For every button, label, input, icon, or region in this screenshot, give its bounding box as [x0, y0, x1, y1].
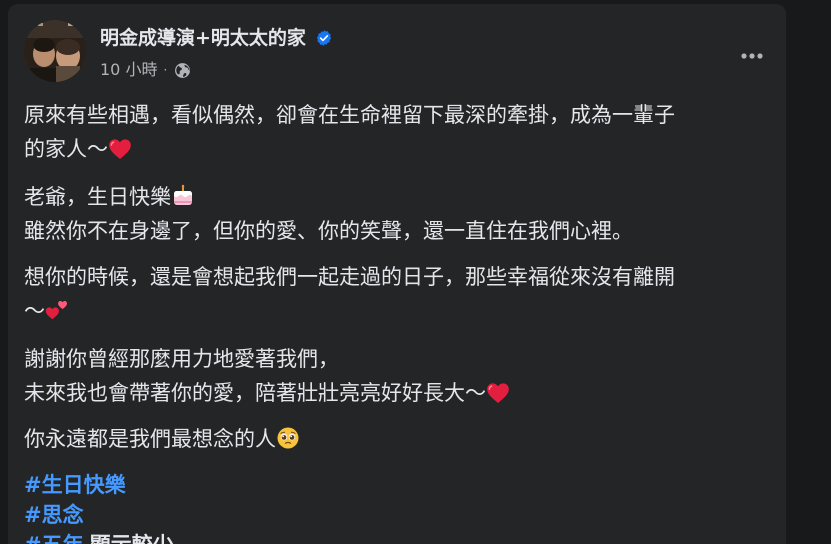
paragraph-3-line-1: 想你的時候，還是會想起我們一起走過的日子，那些幸福從來沒有離開	[24, 265, 675, 289]
red-heart-icon	[486, 381, 510, 405]
hashtag-five-years[interactable]: #五年	[24, 533, 84, 544]
see-less-button[interactable]: 顯示較少	[90, 533, 174, 544]
two-hearts-icon	[45, 298, 69, 322]
paragraph-5: 你永遠都是我們最想念的人	[24, 422, 772, 456]
author-name[interactable]: 明金成導演+明太太的家	[100, 26, 306, 50]
author-avatar[interactable]	[24, 20, 86, 82]
more-horizontal-icon	[741, 53, 763, 59]
paragraph-1-line-1: 原來有些相遇，看似偶然，卻會在生命裡留下最深的牽掛，成為一輩子	[24, 103, 675, 127]
more-options-button[interactable]	[734, 38, 770, 74]
paragraph-2-line-1-text: 老爺，生日快樂	[24, 185, 171, 209]
paragraph-4-line-1: 謝謝你曾經那麼用力地愛著我們，	[24, 347, 339, 371]
paragraph-4-line-2: 未來我也會帶著你的愛，陪著壯壯亮亮好好長大～	[24, 376, 772, 410]
paragraph-3: 想你的時候，還是會想起我們一起走過的日子，那些幸福從來沒有離開 ～	[24, 260, 772, 328]
verified-badge-icon	[314, 28, 334, 48]
paragraph-5-line-1: 你永遠都是我們最想念的人	[24, 422, 772, 456]
paragraph-3-line-2-text: ～	[24, 299, 45, 323]
post-timestamp[interactable]: 10 小時	[100, 60, 157, 80]
paragraph-1-line-2-text: 的家人～	[24, 137, 108, 161]
paragraph-1: 原來有些相遇，看似偶然，卻會在生命裡留下最深的牽掛，成為一輩子 的家人～	[24, 98, 772, 166]
avatar-photo-icon	[24, 20, 86, 82]
paragraph-5-line-1-text: 你永遠都是我們最想念的人	[24, 427, 276, 451]
pleading-face-icon	[276, 426, 300, 450]
birthday-cake-icon	[171, 184, 195, 208]
post-meta: 10 小時 ·	[100, 60, 191, 80]
page: 明金成導演+明太太的家 10 小時 · 原來有些相遇，看似偶然，卻會在生命裡留下…	[0, 0, 831, 544]
meta-separator: ·	[163, 63, 168, 77]
paragraph-2-line-1: 老爺，生日快樂	[24, 180, 772, 214]
hashtag-list: #生日快樂 #思念 #五年顯示較少	[24, 470, 772, 544]
post-header: 明金成導演+明太太的家 10 小時 ·	[24, 20, 770, 90]
paragraph-3-line-2: ～	[24, 294, 772, 328]
author-row: 明金成導演+明太太的家	[100, 26, 334, 50]
post-card: 明金成導演+明太太的家 10 小時 · 原來有些相遇，看似偶然，卻會在生命裡留下…	[8, 4, 786, 544]
paragraph-4: 謝謝你曾經那麼用力地愛著我們， 未來我也會帶著你的愛，陪著壯壯亮亮好好長大～	[24, 342, 772, 410]
hashtag-line-3: #五年顯示較少	[24, 530, 772, 544]
paragraph-2-line-2: 雖然你不在身邊了，但你的愛、你的笑聲，還一直住在我們心裡。	[24, 219, 633, 243]
paragraph-1-line-2: 的家人～	[24, 132, 772, 166]
post-body: 原來有些相遇，看似偶然，卻會在生命裡留下最深的牽掛，成為一輩子 的家人～ 老爺，…	[24, 98, 772, 544]
globe-icon[interactable]	[173, 61, 191, 79]
red-heart-icon	[108, 137, 132, 161]
paragraph-4-line-2-text: 未來我也會帶著你的愛，陪著壯壯亮亮好好長大～	[24, 381, 486, 405]
paragraph-2: 老爺，生日快樂 雖然你不在身邊了，但你的愛、你的笑聲，還一直住在我們心裡。	[24, 180, 772, 248]
hashtag-missing-you[interactable]: #思念	[24, 500, 772, 530]
hashtag-birthday[interactable]: #生日快樂	[24, 470, 772, 500]
